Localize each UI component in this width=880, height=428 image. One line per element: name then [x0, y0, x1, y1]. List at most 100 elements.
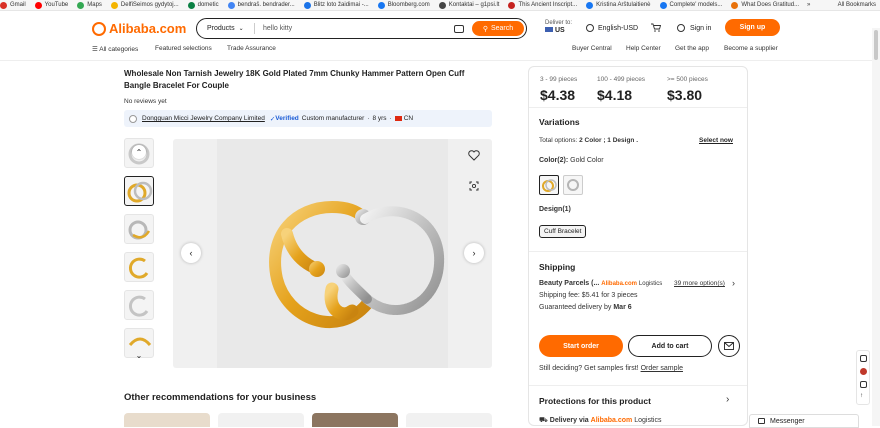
deliver-to[interactable]: Deliver to: US [545, 19, 572, 35]
shipping-heading: Shipping [539, 262, 576, 272]
bookmark-item[interactable]: Complete' models... [659, 1, 722, 9]
language-selector[interactable]: English-USD [586, 24, 638, 32]
next-image-button[interactable]: › [464, 243, 484, 263]
bookmark-item[interactable]: What Does Gratitud... [731, 1, 799, 9]
supplier-name-link[interactable]: Dongguan Micci Jewelry Company Limited [142, 115, 265, 122]
us-flag-icon [545, 27, 553, 32]
recommendation-card[interactable] [312, 413, 398, 427]
thumbnail-down-button[interactable]: ⌄ [132, 348, 146, 362]
recommendations-title: Other recommendations for your business [124, 392, 317, 403]
all-categories-menu[interactable]: ☰ All categories [92, 45, 138, 53]
alibaba-logo-icon [92, 21, 106, 36]
all-bookmarks-button[interactable]: All Bookmarks [838, 2, 876, 8]
bookmark-item[interactable]: YouTube [34, 1, 68, 9]
buyer-central-link[interactable]: Buyer Central [572, 45, 612, 52]
supplier-country: CN [403, 115, 414, 122]
bookmark-item[interactable]: DelfiSeimos gydytoj... [110, 1, 179, 9]
bookmark-favicon-icon [187, 1, 195, 9]
chevron-right-icon[interactable]: › [726, 394, 729, 405]
bracelet-image [567, 179, 579, 191]
chat-button[interactable] [718, 335, 740, 357]
truck-icon: ⛟ [539, 417, 550, 424]
cart-icon[interactable] [651, 23, 661, 32]
color-label: Color(2): Gold Color [539, 157, 604, 164]
bracelet-image [129, 295, 149, 317]
thumbnail-4[interactable] [124, 252, 154, 282]
bookmark-item[interactable]: This Ancient Inscript... [508, 1, 577, 9]
bookmark-item[interactable]: Bloomberg.com [377, 1, 430, 9]
get-app-link[interactable]: Get the app [675, 45, 709, 52]
bookmark-item[interactable]: Blitz loto žaidimai -... [303, 1, 369, 9]
bookmark-item[interactable]: Gmail [0, 1, 26, 9]
bookmark-favicon-icon [438, 1, 446, 9]
previous-image-button[interactable]: ‹ [181, 243, 201, 263]
camera-search-icon[interactable] [454, 24, 464, 33]
add-to-cart-button[interactable]: Add to cart [628, 335, 712, 357]
guaranteed-delivery: Guaranteed delivery by Mar 6 [539, 304, 632, 311]
bookmark-item[interactable]: Kristina Arštulaitienė [586, 1, 651, 9]
bookmark-favicon-icon [34, 1, 42, 9]
bookmark-favicon-icon [110, 1, 118, 9]
recommendation-card[interactable] [406, 413, 492, 427]
divider [529, 385, 747, 386]
more-shipping-options-link[interactable]: 39 more option(s) [674, 280, 725, 287]
trade-assurance-link[interactable]: Trade Assurance [227, 45, 276, 52]
become-supplier-link[interactable]: Become a supplier [724, 45, 778, 52]
delivery-via: ⛟ Delivery via Alibaba.com Logistics [539, 417, 662, 424]
color-swatch-silver[interactable] [563, 175, 583, 195]
divider [529, 251, 747, 252]
protections-heading[interactable]: Protections for this product [539, 396, 651, 406]
shipping-method[interactable]: Beauty Parcels (... Alibaba.com Logistic… [539, 280, 662, 287]
bookmark-favicon-icon [0, 1, 7, 9]
reviews-text: No reviews yet [124, 98, 167, 105]
order-sample-link[interactable]: Order sample [641, 365, 683, 372]
thumbnail-2[interactable] [124, 176, 154, 206]
search-button[interactable]: ⚲ Search [472, 21, 524, 36]
recommendation-card[interactable] [218, 413, 304, 427]
avatar-icon[interactable] [860, 368, 867, 375]
feedback-icon[interactable] [860, 381, 867, 388]
color-swatch-gold[interactable] [539, 175, 559, 195]
thumbnail-5[interactable] [124, 290, 154, 320]
product-title: Wholesale Non Tarnish Jewelry 18K Gold P… [124, 69, 465, 90]
help-center-link[interactable]: Help Center [626, 45, 661, 52]
china-flag-icon [394, 116, 402, 121]
chevron-down-icon: ⌄ [135, 350, 143, 360]
back-to-top-icon[interactable]: ↑ [860, 393, 867, 400]
sign-in-link[interactable]: Sign in [677, 24, 711, 32]
select-now-link[interactable]: Select now [699, 137, 733, 144]
thumbnail-3[interactable] [124, 214, 154, 244]
price-tier-price: $4.38 [540, 87, 576, 103]
bookmark-favicon-icon [731, 1, 739, 9]
sign-up-button[interactable]: Sign up [725, 19, 780, 36]
main-image-viewer: ‹ › [173, 139, 492, 368]
scrollbar-track[interactable] [872, 28, 880, 426]
chevron-right-icon[interactable]: › [732, 278, 735, 288]
purchase-panel: 3 - 99 pieces $4.38 100 - 499 pieces $4.… [528, 66, 748, 426]
total-options: Total options: 2 Color ; 1 Design . [539, 137, 638, 144]
search-bar: Products ⌄ hello kitty ⚲ Search [196, 18, 527, 39]
bookmarks-overflow-button[interactable]: » [807, 2, 810, 8]
thumbnail-up-button[interactable]: ⌃ [132, 145, 146, 159]
bookmark-item[interactable]: dometic [187, 1, 219, 9]
search-input[interactable]: hello kitty [263, 25, 454, 32]
bracelet-image [542, 179, 557, 192]
start-order-button[interactable]: Start order [539, 335, 623, 357]
heart-icon[interactable] [468, 150, 480, 161]
bookmark-favicon-icon [227, 1, 235, 9]
design-option-cuff-bracelet[interactable]: Cuff Bracelet [539, 225, 587, 238]
bookmark-item[interactable]: bendraš. bendrader... [227, 1, 295, 9]
scrollbar-thumb[interactable] [874, 30, 878, 60]
bookmark-item[interactable]: Maps [77, 1, 102, 9]
image-search-icon[interactable] [469, 181, 479, 191]
bookmark-item[interactable]: Kontaktai – g1psi.lt [438, 1, 499, 9]
featured-selections-link[interactable]: Featured selections [155, 45, 212, 52]
recommendation-card[interactable] [124, 413, 210, 427]
variations-heading: Variations [539, 117, 580, 127]
supplier-years: 8 yrs [372, 115, 387, 122]
chat-icon[interactable] [860, 355, 867, 362]
search-icon: ⚲ [482, 25, 488, 33]
alibaba-logo[interactable]: Alibaba.com [92, 21, 186, 36]
search-category-select[interactable]: Products ⌄ [197, 23, 255, 34]
price-tier-price: $4.18 [597, 87, 633, 103]
